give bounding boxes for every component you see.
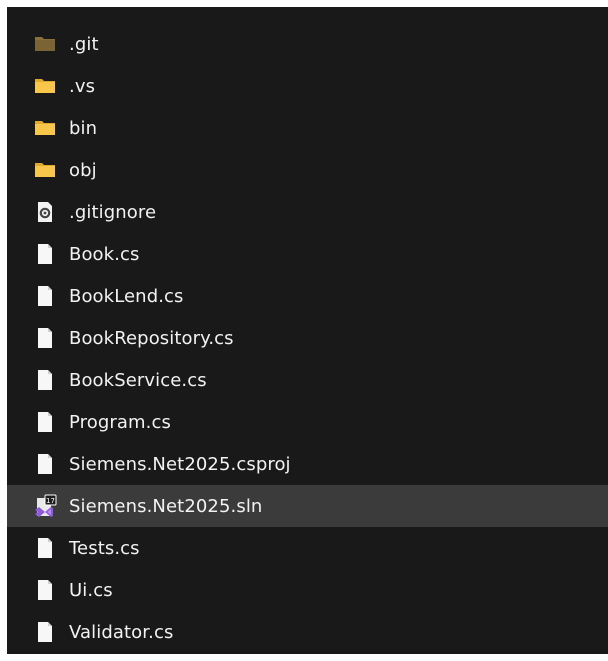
file-name: Siemens.Net2025.sln [69, 495, 263, 517]
visual-studio-solution-icon: 17 [33, 494, 57, 518]
file-name: Validator.cs [69, 621, 174, 643]
file-icon [33, 284, 57, 308]
file-icon [33, 452, 57, 476]
file-name: BookRepository.cs [69, 327, 234, 349]
folder-dim-icon [33, 32, 57, 56]
file-icon [33, 578, 57, 602]
file-name: .git [69, 33, 99, 55]
file-row-gitignore[interactable]: .gitignore [7, 191, 608, 233]
file-explorer-panel: .git .vs bin obj .gitignore Book.cs Book… [7, 7, 608, 654]
folder-icon [33, 158, 57, 182]
file-row-validator-cs[interactable]: Validator.cs [7, 611, 608, 653]
file-icon [33, 620, 57, 644]
file-name: .gitignore [69, 201, 157, 223]
folder-icon [33, 116, 57, 140]
file-row-tests-cs[interactable]: Tests.cs [7, 527, 608, 569]
file-name: Book.cs [69, 243, 140, 265]
file-icon [33, 368, 57, 392]
file-row-booklend-cs[interactable]: BookLend.cs [7, 275, 608, 317]
file-row-sln[interactable]: 17 Siemens.Net2025.sln [7, 485, 608, 527]
file-name: BookLend.cs [69, 285, 184, 307]
config-file-icon [33, 200, 57, 224]
file-row-ui-cs[interactable]: Ui.cs [7, 569, 608, 611]
file-icon [33, 326, 57, 350]
folder-icon [33, 74, 57, 98]
file-name: Ui.cs [69, 579, 113, 601]
file-icon [33, 410, 57, 434]
file-name: .vs [69, 75, 96, 97]
file-icon [33, 242, 57, 266]
file-row-vs[interactable]: .vs [7, 65, 608, 107]
file-list: .git .vs bin obj .gitignore Book.cs Book… [7, 23, 608, 653]
file-name: Tests.cs [69, 537, 140, 559]
file-name: Program.cs [69, 411, 171, 433]
file-row-obj[interactable]: obj [7, 149, 608, 191]
file-icon [33, 536, 57, 560]
file-row-bookrepository-cs[interactable]: BookRepository.cs [7, 317, 608, 359]
file-name: Siemens.Net2025.csproj [69, 453, 291, 475]
file-name: obj [69, 159, 97, 181]
svg-text:17: 17 [46, 497, 55, 505]
file-row-bookservice-cs[interactable]: BookService.cs [7, 359, 608, 401]
file-row-book-cs[interactable]: Book.cs [7, 233, 608, 275]
file-name: BookService.cs [69, 369, 207, 391]
file-row-program-cs[interactable]: Program.cs [7, 401, 608, 443]
file-row-csproj[interactable]: Siemens.Net2025.csproj [7, 443, 608, 485]
file-row-git[interactable]: .git [7, 23, 608, 65]
file-name: bin [69, 117, 98, 139]
file-row-bin[interactable]: bin [7, 107, 608, 149]
